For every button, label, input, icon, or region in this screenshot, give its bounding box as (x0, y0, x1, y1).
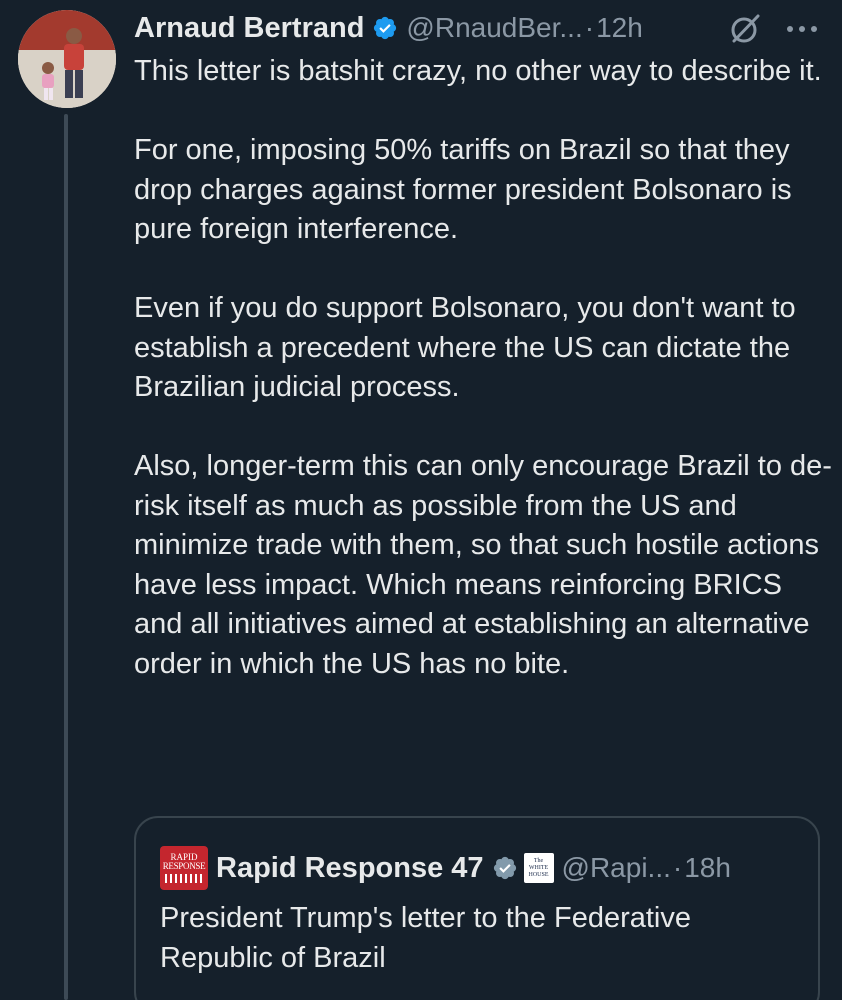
tweet-paragraph: This letter is batshit crazy, no other w… (134, 55, 822, 87)
badge-text-line1: The (533, 857, 544, 864)
logo-text-line2: RESPONSE (162, 861, 206, 871)
tweet-paragraph: Even if you do support Bolsonaro, you do… (134, 292, 796, 403)
tweet-header: Arnaud Bertrand @RnaudBer... · 12h (134, 6, 824, 50)
separator-dot: · (672, 852, 683, 883)
badge-text-line2: WHITE (528, 864, 549, 871)
timestamp[interactable]: 12h (596, 12, 643, 44)
tweet-body: This letter is batshit crazy, no other w… (134, 52, 834, 724)
author-avatar[interactable] (18, 10, 116, 108)
more-options-icon[interactable] (782, 12, 822, 46)
verified-badge-icon (374, 16, 397, 40)
author-name[interactable]: Arnaud Bertrand (134, 12, 364, 45)
thread-connector-line (64, 114, 68, 1000)
rapid-response-logo-avatar[interactable]: RAPID RESPONSE (160, 846, 208, 890)
grok-icon[interactable] (728, 12, 762, 46)
tweet-paragraph: Also, longer-term this can only encourag… (134, 450, 832, 680)
tweet-paragraph: For one, imposing 50% tariffs on Brazil … (134, 134, 792, 245)
quoted-timestamp[interactable]: 18h (684, 852, 731, 884)
quoted-author-name[interactable]: Rapid Response 47 (216, 852, 484, 885)
logo-columns-graphic (165, 874, 203, 883)
quoted-author-handle[interactable]: @Rapi... (562, 852, 671, 884)
quoted-tweet-header: RAPID RESPONSE Rapid Response 47 The WHI… (160, 846, 731, 890)
white-house-affiliate-badge[interactable]: The WHITE HOUSE (523, 853, 554, 883)
quoted-tweet-card[interactable]: RAPID RESPONSE Rapid Response 47 The WHI… (134, 816, 820, 1000)
author-handle[interactable]: @RnaudBer... (406, 12, 582, 44)
quoted-tweet-text: President Trump's letter to the Federati… (160, 902, 692, 974)
badge-text-line3: HOUSE (528, 871, 549, 878)
separator-dot: · (584, 12, 595, 43)
avatar-photo (18, 10, 116, 108)
gray-verified-badge-icon (493, 856, 516, 880)
